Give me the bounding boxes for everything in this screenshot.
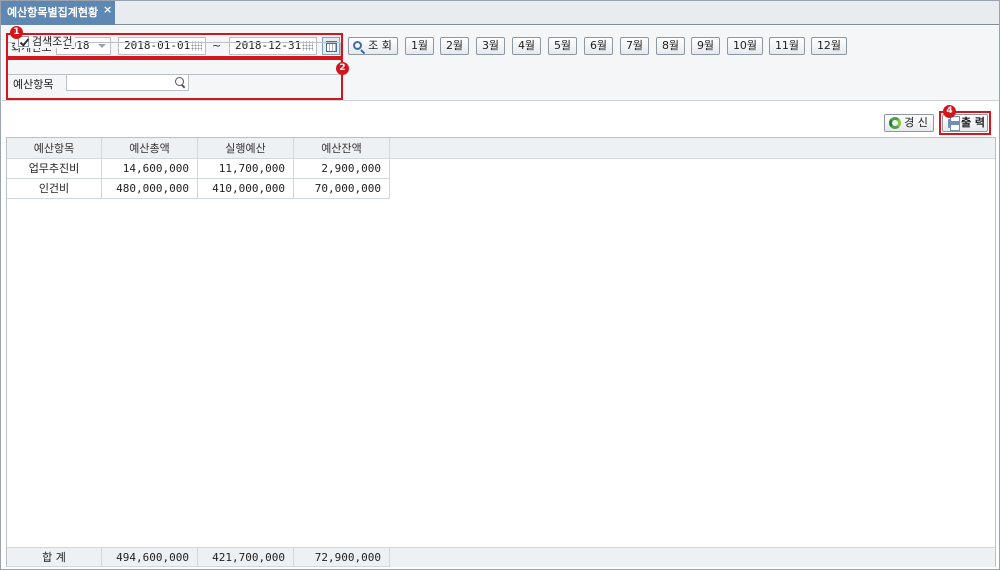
- cell-budget-balance: 2,900,000: [294, 159, 390, 179]
- cell-execution-budget: 410,000,000: [198, 179, 294, 199]
- query-button[interactable]: 조 회: [348, 37, 398, 55]
- month-button-11[interactable]: 11월: [769, 37, 805, 55]
- month-button-12[interactable]: 12월: [811, 37, 847, 55]
- month-button-7[interactable]: 7월: [620, 37, 649, 55]
- month-button-10[interactable]: 10월: [727, 37, 763, 55]
- month-button-9[interactable]: 9월: [691, 37, 720, 55]
- footer-budget-total: 494,600,000: [102, 547, 198, 567]
- refresh-icon: [889, 117, 901, 129]
- query-button-label: 조 회: [368, 39, 392, 52]
- column-header-budget-item[interactable]: 예산항목: [7, 138, 102, 159]
- month-button-2[interactable]: 2월: [440, 37, 469, 55]
- close-icon[interactable]: ×: [103, 1, 112, 19]
- callout-box-1: [6, 33, 343, 58]
- refresh-button[interactable]: 경 신: [884, 114, 934, 132]
- column-header-budget-total[interactable]: 예산총액: [102, 138, 198, 159]
- search-icon: [353, 41, 362, 50]
- footer-total-label: 합 계: [7, 547, 102, 567]
- cell-budget-item: 업무추진비: [7, 159, 102, 179]
- tab-label: 예산항목별집계현황: [7, 6, 99, 19]
- month-button-3[interactable]: 3월: [476, 37, 505, 55]
- tab-bar: 예산항목별집계현황 ×: [1, 1, 999, 25]
- cell-budget-total: 480,000,000: [102, 179, 198, 199]
- grid-header-filler: [389, 138, 995, 159]
- cell-budget-item: 인건비: [7, 179, 102, 199]
- cell-budget-balance: 70,000,000: [294, 179, 390, 199]
- window-frame: 예산항목별집계현황 × 회계연도 2018 2018-01-01 ~ 2018-…: [0, 0, 1000, 570]
- footer-budget-balance: 72,900,000: [294, 547, 390, 567]
- refresh-button-label: 경 신: [904, 116, 928, 129]
- footer-execution-budget: 421,700,000: [198, 547, 294, 567]
- month-button-4[interactable]: 4월: [512, 37, 541, 55]
- callout-badge-1: 1: [10, 26, 23, 39]
- cell-execution-budget: 11,700,000: [198, 159, 294, 179]
- callout-badge-4: 4: [943, 105, 956, 118]
- month-button-5[interactable]: 5월: [548, 37, 577, 55]
- callout-badge-2: 2: [336, 62, 349, 75]
- grid-footer-filler: [389, 547, 995, 567]
- column-header-execution-budget[interactable]: 실행예산: [198, 138, 294, 159]
- tab-budget-summary[interactable]: 예산항목별집계현황 ×: [1, 1, 115, 25]
- budget-grid[interactable]: 예산항목 예산총액 실행예산 예산잔액 업무추진비 14,600,000 11,…: [6, 137, 996, 567]
- month-button-1[interactable]: 1월: [405, 37, 434, 55]
- month-button-6[interactable]: 6월: [584, 37, 613, 55]
- month-button-8[interactable]: 8월: [656, 37, 685, 55]
- callout-box-2: [6, 58, 343, 100]
- cell-budget-total: 14,600,000: [102, 159, 198, 179]
- column-header-budget-balance[interactable]: 예산잔액: [294, 138, 390, 159]
